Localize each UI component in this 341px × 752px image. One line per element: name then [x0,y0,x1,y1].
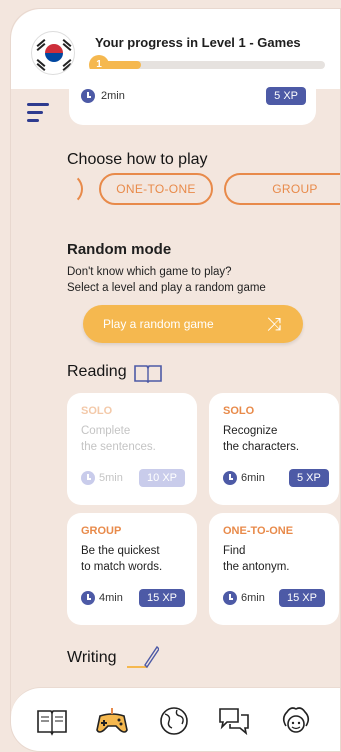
game-meta: 6min [223,471,265,485]
xp-badge: 5 XP [266,87,306,105]
bottom-tab-bar [11,687,340,751]
progress-bar [95,61,325,69]
game-card[interactable]: SOLO Complete the sentences. 5min 10 XP [67,393,197,505]
game-meta: 4min [81,591,123,605]
game-mode: ONE-TO-ONE [223,525,294,537]
game-mode: GROUP [81,525,122,537]
game-meta: 6min [223,591,265,605]
clock-icon [81,89,95,103]
xp-badge: 5 XP [289,469,329,487]
shuffle-icon: ⤨ [266,314,281,334]
game-duration: 2min [101,90,125,102]
clock-icon [81,471,95,485]
reading-title: Reading [67,363,127,380]
game-description: Recognize the characters. [223,425,300,453]
previous-game-card[interactable]: 2min 5 XP [69,69,316,125]
progress-title: Your progress in Level 1 - Games [95,35,301,50]
xp-badge: 15 XP [139,589,185,607]
game-mode: SOLO [223,405,255,417]
clock-icon [223,471,237,485]
clock-icon [81,591,95,605]
clock-icon [223,591,237,605]
xp-badge: 15 XP [279,589,325,607]
mode-pill-one-to-one[interactable]: ONE-TO-ONE [99,173,213,205]
gamepad-icon[interactable] [95,704,129,738]
game-description: Be the quickest to match words. [81,545,163,573]
mode-pill-group[interactable]: GROUP [224,173,340,205]
game-card[interactable]: GROUP Be the quickest to match words. 4mi… [67,513,197,625]
avatar-icon[interactable] [279,704,313,738]
hamburger-menu-icon[interactable] [27,103,49,127]
game-description: Complete the sentences. [81,425,156,453]
game-meta: 5min [81,471,123,485]
game-description: Find the antonym. [223,545,290,573]
game-card[interactable]: SOLO Recognize the characters. 6min 5 XP [209,393,339,505]
choose-title: Choose how to play [67,151,208,168]
book-icon[interactable] [35,704,69,738]
play-random-label: Play a random game [103,317,214,331]
game-mode: SOLO [81,405,113,417]
random-mode-title: Random mode [67,241,172,258]
game-card[interactable]: ONE-TO-ONE Find the antonym. 6min 15 XP [209,513,339,625]
book-outline-icon [134,365,162,383]
random-mode-description: Don't know which game to play? Select a … [67,266,266,294]
mode-pill-partial[interactable] [43,173,83,205]
globe-icon[interactable] [157,704,191,738]
xp-badge: 10 XP [139,469,185,487]
app-screen: Your progress in Level 1 - Games 1 2min … [10,8,341,752]
writing-title: Writing [67,649,117,666]
pencil-icon [127,645,159,669]
play-random-button[interactable]: Play a random game ⤨ [83,305,303,343]
chat-icon[interactable] [217,704,251,738]
